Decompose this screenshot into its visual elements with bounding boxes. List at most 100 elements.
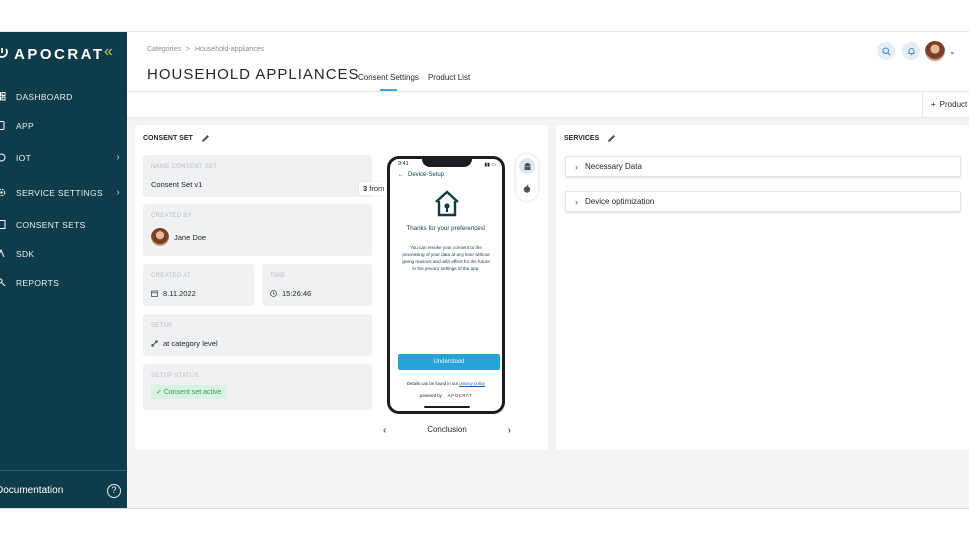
documentation-label: Documentation xyxy=(0,485,64,496)
service-label: Device optimization xyxy=(585,197,655,206)
android-icon xyxy=(524,162,530,170)
field-name-consent-set[interactable]: NAME CONSENT SET Consent Set v1 xyxy=(143,155,372,197)
breadcrumb-item-categories[interactable]: Categories xyxy=(147,46,181,53)
powered-by-brand: APOCRAT xyxy=(447,393,473,398)
privacy-policy-link[interactable]: privacy policy xyxy=(459,381,485,386)
search-button[interactable] xyxy=(877,42,895,60)
chevron-right-icon: › xyxy=(575,161,578,172)
field-time: TIME 15:26:46 xyxy=(262,264,372,306)
signal-battery-icon: ▮▮ ▭ xyxy=(484,162,496,168)
chevron-down-icon: ⌄ xyxy=(949,46,956,56)
back-label: Device-Setup xyxy=(408,172,445,178)
sidebar-item-label: DASHBOARD xyxy=(16,91,73,102)
home-indicator xyxy=(424,406,470,408)
creator-name: Jane Doe xyxy=(174,232,207,242)
revoke-info-text: You can revoke your consent to the proce… xyxy=(402,245,490,271)
services-panel: SERVICES › Necessary Data › Device optim… xyxy=(556,125,969,450)
phone-notch xyxy=(422,159,472,167)
field-label: TIME xyxy=(270,273,286,279)
field-value: 8.11.2022 xyxy=(151,289,196,298)
settings-icon xyxy=(0,188,6,197)
tab-product-list[interactable]: Product List xyxy=(428,73,470,82)
sidebar-item-sdk[interactable]: SDK xyxy=(0,239,127,268)
field-label: SETUP STATUS xyxy=(151,373,199,379)
sidebar-item-iot[interactable]: IOT › xyxy=(0,140,127,175)
consent-set-name: Consent Set v1 xyxy=(151,180,203,189)
page-title: HOUSEHOLD APPLIANCES xyxy=(147,66,360,83)
check-icon: ✓ xyxy=(156,389,162,396)
link-icon xyxy=(151,340,158,347)
documentation-link[interactable]: Documentation ? xyxy=(0,470,127,508)
sidebar-item-label: REPORTS xyxy=(16,277,60,288)
edit-pencil-icon[interactable] xyxy=(201,134,210,143)
sidebar-item-consent-sets[interactable]: CONSENT SETS xyxy=(0,210,127,239)
service-item-necessary-data[interactable]: › Necessary Data xyxy=(565,156,961,177)
field-value: Consent Set v1 xyxy=(151,180,202,189)
field-value: 15:26:46 xyxy=(270,289,311,298)
apple-button[interactable] xyxy=(519,180,535,196)
android-button[interactable] xyxy=(519,158,535,174)
notifications-button[interactable] xyxy=(902,42,920,60)
status-badge: ✓ Consent set active xyxy=(151,385,227,399)
chevron-left-icon[interactable]: ‹ xyxy=(383,425,386,436)
service-item-device-optimization[interactable]: › Device optimization xyxy=(565,191,961,212)
field-value: ✓ Consent set active xyxy=(151,385,227,399)
sidebar-item-label: SDK xyxy=(16,248,35,259)
field-created-at: CREATED AT 8.11.2022 xyxy=(143,264,254,306)
plus-icon: + xyxy=(931,100,936,109)
sidebar: APOCRAT « DASHBOARD APP IOT › SERVICE SE… xyxy=(0,32,127,508)
consent-set-title: CONSENT SET xyxy=(143,135,193,142)
step-pager: ‹ Conclusion › xyxy=(383,425,511,436)
created-date: 8.11.2022 xyxy=(163,289,196,298)
setup-value: at category level xyxy=(163,339,218,348)
chevron-right-icon: › xyxy=(116,187,120,198)
breadcrumb-item-current: Household-appliances xyxy=(194,46,265,53)
tab-consent-settings[interactable]: Consent Settings xyxy=(358,73,419,91)
breadcrumb: Categories > Household-appliances xyxy=(147,46,264,53)
back-link[interactable]: ← Device-Setup xyxy=(398,172,444,178)
user-menu[interactable]: ⌄ xyxy=(925,41,956,61)
brand[interactable]: APOCRAT xyxy=(0,44,105,64)
tab-bar: Consent Settings Product List xyxy=(358,73,470,91)
dashboard-icon xyxy=(0,92,6,101)
sidebar-item-label: IOT xyxy=(16,152,32,163)
arrow-left-icon: ← xyxy=(398,172,404,178)
thanks-heading: Thanks for your preferences! xyxy=(406,225,486,232)
reports-icon xyxy=(0,278,6,287)
sidebar-item-label: CONSENT SETS xyxy=(16,219,86,230)
double-chevron-left-icon[interactable]: « xyxy=(104,43,113,61)
breadcrumb-separator: > xyxy=(185,46,190,53)
services-header: SERVICES xyxy=(564,134,616,143)
consent-icon xyxy=(0,220,6,229)
search-icon xyxy=(882,47,891,56)
sidebar-nav: DASHBOARD APP IOT › SERVICE SETTINGS › C… xyxy=(0,82,127,297)
field-label: CREATED AT xyxy=(151,273,191,279)
created-time: 15:26:46 xyxy=(282,289,312,298)
sidebar-item-reports[interactable]: REPORTS xyxy=(0,268,127,297)
understood-button[interactable]: Understood xyxy=(398,354,500,370)
apocrat-logo-icon xyxy=(0,48,8,58)
avatar xyxy=(151,228,169,246)
bell-icon xyxy=(908,47,914,55)
phone-preview: 9:41 ▮▮ ▭ ← Device-Setup Thanks for your… xyxy=(387,156,505,414)
iot-icon xyxy=(0,153,6,162)
sidebar-item-app[interactable]: APP xyxy=(0,111,127,140)
powered-by-label: powered by xyxy=(419,393,442,398)
edit-pencil-icon[interactable] xyxy=(607,134,616,143)
step-current: 3 xyxy=(363,184,368,193)
step-label: Conclusion xyxy=(427,425,467,434)
help-icon[interactable]: ? xyxy=(107,484,121,498)
toolbar: + Product xyxy=(127,91,969,118)
chevron-right-icon: › xyxy=(116,152,120,163)
app-icon xyxy=(0,121,5,130)
chevron-right-icon[interactable]: › xyxy=(508,425,511,436)
sidebar-item-label: SERVICE SETTINGS xyxy=(16,187,103,198)
consent-set-panel: CONSENT SET NAME CONSENT SET Consent Set… xyxy=(135,125,548,450)
home-lock-icon xyxy=(435,190,459,217)
add-product-button[interactable]: + Product xyxy=(922,92,967,117)
sidebar-item-service-settings[interactable]: SERVICE SETTINGS › xyxy=(0,175,127,210)
consent-set-header: CONSENT SET xyxy=(143,134,210,143)
clock-icon xyxy=(270,290,277,297)
sidebar-item-dashboard[interactable]: DASHBOARD xyxy=(0,82,127,111)
field-label: NAME CONSENT SET xyxy=(151,164,218,170)
